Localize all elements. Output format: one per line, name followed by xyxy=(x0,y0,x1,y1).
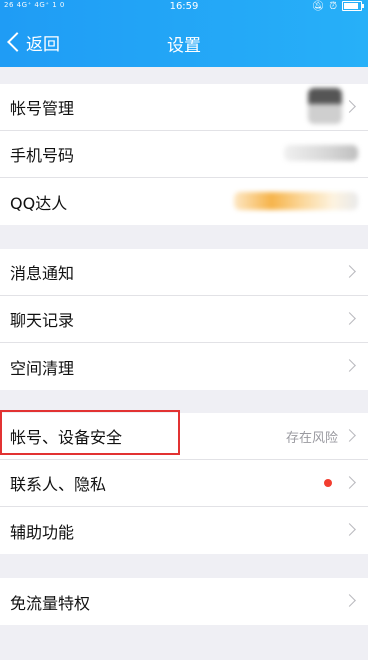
status-bar: 26 4G⁺ 4G⁺ 1 0 16:59 🔕︎ ⏰︎ xyxy=(0,0,368,14)
chevron-right-icon xyxy=(343,594,356,607)
alarm-icon: ⏰︎ xyxy=(329,0,337,12)
settings-item-accessibility[interactable]: 辅助功能 xyxy=(0,507,368,554)
top-bar: 26 4G⁺ 4G⁺ 1 0 16:59 🔕︎ ⏰︎ 返回 设置 xyxy=(0,0,368,67)
settings-item-free-data[interactable]: 免流量特权 xyxy=(0,578,368,625)
avatar xyxy=(308,88,342,124)
settings-item-phone-number[interactable]: 手机号码 xyxy=(0,131,368,178)
settings-item-label: 帐号管理 xyxy=(10,99,75,118)
settings-item-label: 聊天记录 xyxy=(10,311,75,330)
settings-item-account-management[interactable]: 帐号管理 xyxy=(0,84,368,131)
settings-item-account-security[interactable]: 帐号、设备安全 存在风险 xyxy=(0,413,368,460)
chevron-right-icon xyxy=(343,476,356,489)
settings-item-contacts-privacy[interactable]: 联系人、隐私 xyxy=(0,460,368,507)
settings-item-storage-cleanup[interactable]: 空间清理 xyxy=(0,343,368,390)
chevron-right-icon xyxy=(343,429,356,442)
settings-item-qq-master[interactable]: QQ达人 xyxy=(0,178,368,225)
chevron-right-icon xyxy=(343,312,356,325)
settings-item-label: 辅助功能 xyxy=(10,522,75,542)
settings-group-data: 免流量特权 xyxy=(0,578,368,625)
settings-item-chat-history[interactable]: 聊天记录 xyxy=(0,296,368,343)
battery-icon xyxy=(342,1,364,11)
redacted-value xyxy=(284,145,358,161)
status-icons: 🔕︎ ⏰︎ xyxy=(311,0,364,12)
settings-item-notifications[interactable]: 消息通知 xyxy=(0,249,368,296)
nav-bar: 返回 设置 xyxy=(0,24,368,60)
redacted-value xyxy=(234,192,358,210)
page-title: 设置 xyxy=(167,36,201,56)
chevron-right-icon xyxy=(343,265,356,278)
risk-status: 存在风险 xyxy=(285,430,338,446)
settings-item-label: 空间清理 xyxy=(10,358,75,378)
settings-group-account: 帐号管理 手机号码 QQ达人 xyxy=(0,84,368,225)
settings-item-label: 消息通知 xyxy=(10,264,75,283)
settings-item-label: 联系人、隐私 xyxy=(10,475,107,494)
chevron-right-icon xyxy=(343,100,356,113)
notification-dot xyxy=(324,479,332,487)
settings-item-label: 手机号码 xyxy=(10,146,75,165)
settings-item-label: QQ达人 xyxy=(10,193,68,213)
settings-group-messages: 消息通知 聊天记录 空间清理 xyxy=(0,249,368,390)
settings-item-label: 免流量特权 xyxy=(10,593,91,613)
settings-item-label: 帐号、设备安全 xyxy=(10,428,123,447)
mute-icon: 🔕︎ xyxy=(311,0,325,12)
chevron-right-icon xyxy=(343,523,356,536)
settings-group-security: 帐号、设备安全 存在风险 联系人、隐私 辅助功能 xyxy=(0,413,368,554)
chevron-right-icon xyxy=(343,359,356,372)
